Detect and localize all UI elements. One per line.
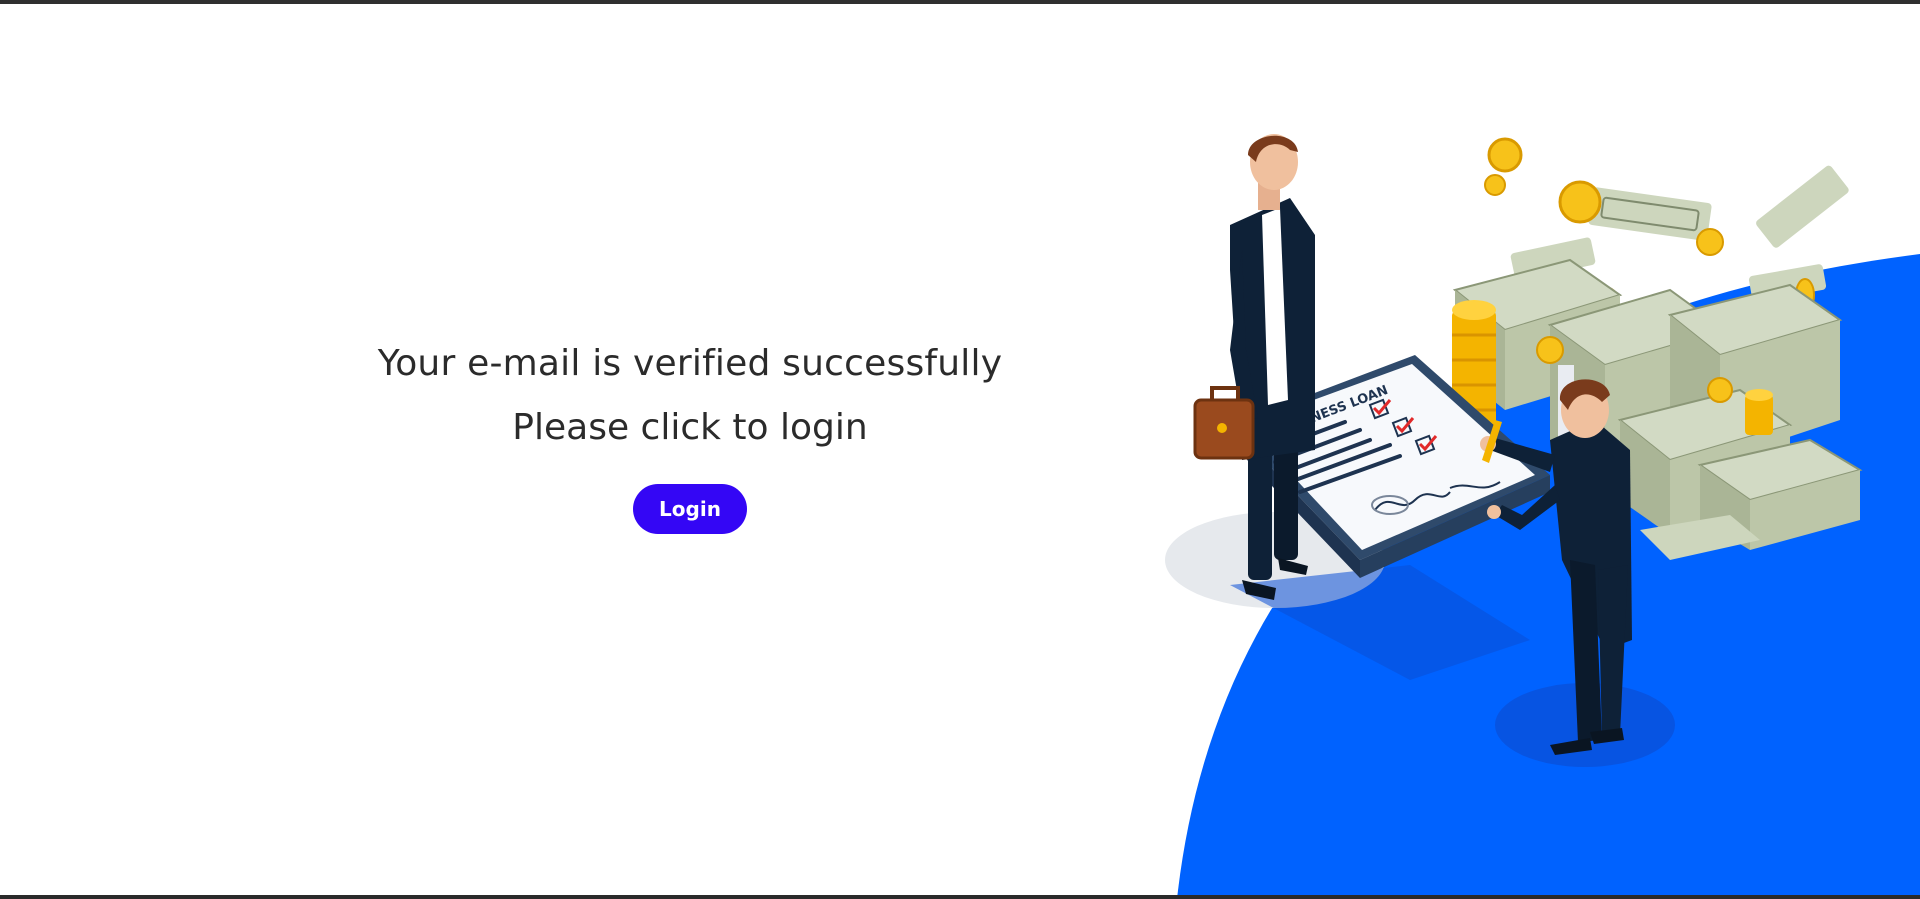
business-loan-illustration: BUSINESS LOAN xyxy=(1165,134,1920,899)
email-verified-page: Your e-mail is verified successfully Ple… xyxy=(0,0,1920,899)
login-prompt: Please click to login xyxy=(512,407,868,448)
bottom-border xyxy=(0,895,1920,899)
verification-headline: Your e-mail is verified successfully xyxy=(377,343,1003,384)
verification-message-panel: Your e-mail is verified successfully Ple… xyxy=(340,330,1040,534)
briefcase-icon xyxy=(1193,386,1255,460)
login-button[interactable]: Login xyxy=(633,484,747,534)
top-border xyxy=(0,0,1920,4)
